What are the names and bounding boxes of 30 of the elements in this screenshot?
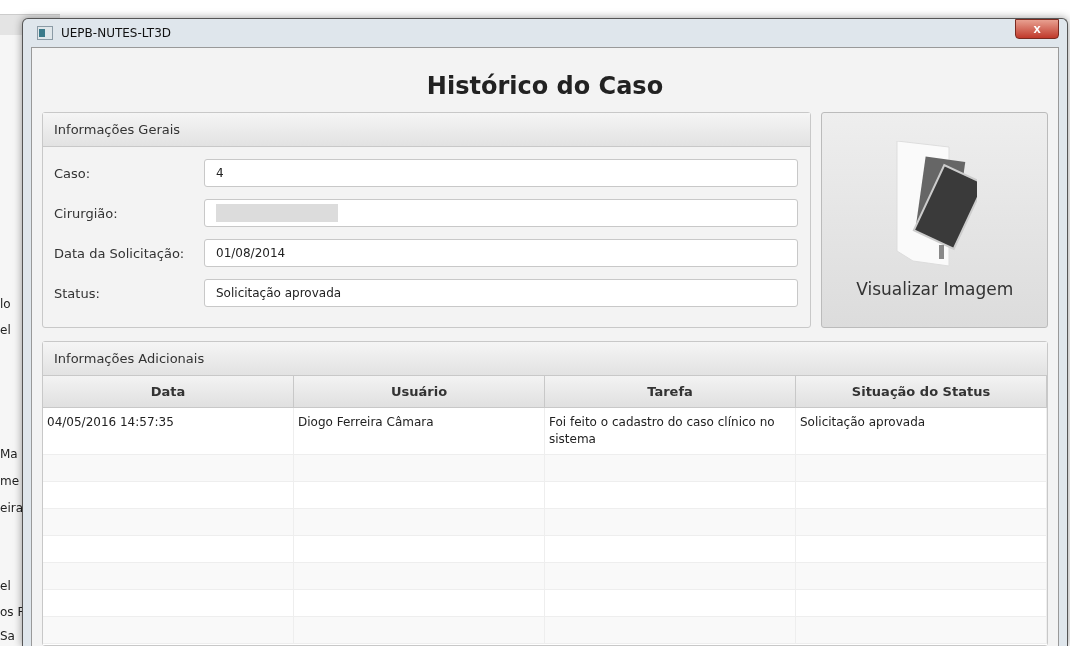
text-field[interactable]: Solicitação aprovada [204,279,798,307]
panel-header: Informações Gerais [43,113,811,147]
window-title: UEPB-NUTES-LT3D [61,26,172,40]
field-label: Status: [54,285,101,301]
table-cell: 04/05/2016 14:57:35 [43,408,294,454]
table-cell: Foi feito o cadastro do caso clínico no sistema [545,408,796,454]
table-cell: Diogo Ferreira Câmara [294,408,545,454]
column-header[interactable]: Data [43,376,294,408]
column-header[interactable]: Tarefa [545,376,796,408]
field-label: Data da Solicitação: [54,245,186,261]
field-label: Cirurgião: [54,205,119,221]
column-header[interactable]: Situação do Status [796,376,1047,408]
list-item-text: lo [0,297,11,312]
list-item-text: me [0,474,20,489]
list-item-text: Ma [0,447,18,462]
panel-header: Informações Adicionais [43,342,1047,376]
field-label: Caso: [54,165,92,181]
list-item-text: el [0,323,11,338]
list-item-text: el [0,579,11,594]
text-field[interactable]: 4 [204,159,798,187]
column-header[interactable]: Usuário [294,376,545,408]
text-field[interactable] [204,199,798,227]
page-heading: Histórico do Caso [425,72,665,100]
close-button[interactable]: x [1015,19,1059,39]
list-item-text: Sa [0,629,15,644]
table-cell: Solicitação aprovada [796,408,1047,454]
text-field[interactable]: 01/08/2014 [204,239,798,267]
view-image-button[interactable]: Visualizar Imagem [821,112,1048,328]
app-icon [37,26,53,40]
list-item-text: eira [0,501,23,516]
